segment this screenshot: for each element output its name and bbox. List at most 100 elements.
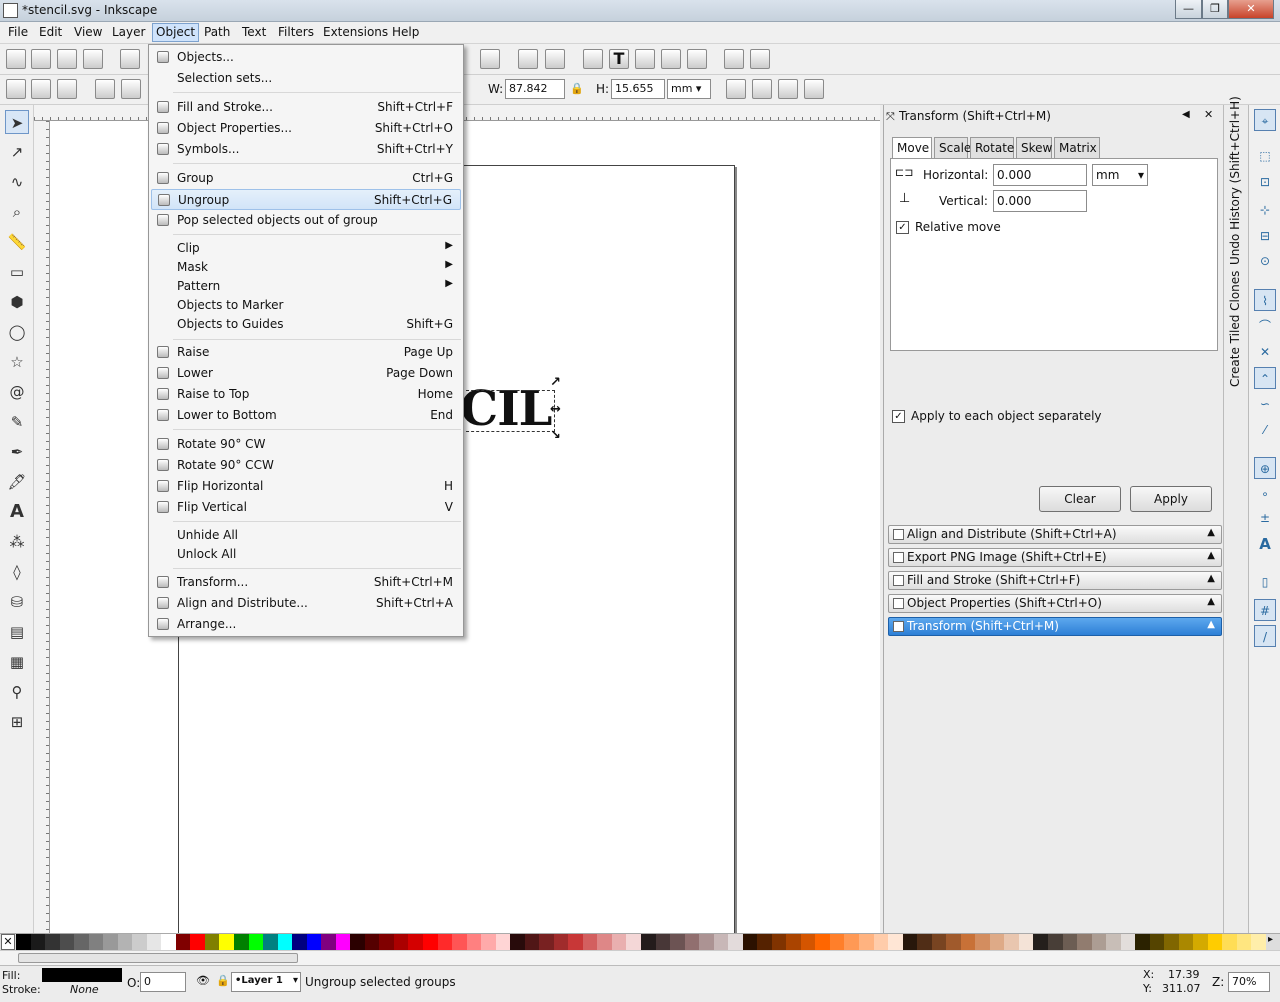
dock-iconify-icon[interactable]: ◀ <box>1182 109 1190 120</box>
palette-menu-icon[interactable]: ▸ <box>1268 934 1273 945</box>
tab-move[interactable]: Move <box>892 137 932 159</box>
document-properties-icon[interactable] <box>750 49 770 69</box>
menu-item-symbols[interactable]: Symbols... Shift+Ctrl+Y <box>151 139 461 160</box>
color-swatch[interactable] <box>364 934 380 950</box>
color-swatch[interactable] <box>786 934 801 950</box>
color-swatch[interactable] <box>1207 934 1223 950</box>
dock-transform[interactable]: Transform (Shift+Ctrl+M) ▲ <box>888 617 1222 636</box>
stroke-value[interactable]: None <box>70 983 99 996</box>
vertical-ruler[interactable] <box>34 121 50 933</box>
menu-item-objects-to-marker[interactable]: Objects to Marker <box>151 295 461 316</box>
color-swatch[interactable] <box>1178 934 1194 950</box>
color-swatch[interactable] <box>190 934 205 950</box>
layer-select[interactable]: •Layer 1 ▾ <box>231 972 301 992</box>
zoom-drawing-icon[interactable] <box>545 49 565 69</box>
color-swatch[interactable] <box>597 934 612 950</box>
snap-midpoint-icon[interactable]: ⁄ <box>1254 419 1276 441</box>
color-swatch[interactable] <box>1047 934 1063 950</box>
menu-object[interactable]: Object <box>152 23 200 42</box>
color-swatch[interactable] <box>219 934 235 950</box>
dock-export-png[interactable]: Export PNG Image (Shift+Ctrl+E) ▲ <box>888 548 1222 567</box>
apply-button[interactable]: Apply <box>1130 486 1212 512</box>
horizontal-scrollbar[interactable] <box>0 950 1280 965</box>
menu-item-clip[interactable]: Clip ▶ <box>151 238 461 259</box>
dock-object-properties[interactable]: Object Properties (Shift+Ctrl+O) ▲ <box>888 594 1222 613</box>
menu-extensions[interactable]: Extensions <box>323 25 388 39</box>
color-swatch[interactable] <box>59 934 75 950</box>
snap-bbox-icon[interactable]: ⬚ <box>1254 145 1276 167</box>
menu-text[interactable]: Text <box>242 25 266 39</box>
fill-indicator[interactable] <box>42 968 122 982</box>
color-swatch[interactable] <box>292 934 307 950</box>
menu-item-object-properties[interactable]: Object Properties... Shift+Ctrl+O <box>151 118 461 139</box>
import-icon[interactable] <box>120 49 140 69</box>
menu-item-selection-sets[interactable]: Selection sets... <box>151 68 461 89</box>
clear-button[interactable]: Clear <box>1039 486 1121 512</box>
spiral-tool-icon[interactable]: @ <box>5 380 29 404</box>
menu-view[interactable]: View <box>74 25 102 39</box>
connector-tool-icon[interactable]: ⊞ <box>5 710 29 734</box>
tab-skew[interactable]: Skew <box>1016 137 1052 159</box>
color-swatch[interactable] <box>655 934 671 950</box>
color-swatch[interactable] <box>321 934 336 950</box>
snap-bbox-midpoint-icon[interactable]: ⊟ <box>1254 225 1276 247</box>
3d-box-tool-icon[interactable]: ⬢ <box>5 290 29 314</box>
star-tool-icon[interactable]: ☆ <box>5 350 29 374</box>
preferences-icon[interactable] <box>724 49 744 69</box>
zoom-input[interactable]: 70% <box>1228 972 1270 992</box>
menu-file[interactable]: File <box>8 25 28 39</box>
menu-item-flip-vertical[interactable]: Flip Vertical V <box>151 497 461 518</box>
node-tool-icon[interactable]: ↗ <box>5 140 29 164</box>
snap-nodes-icon[interactable]: ⌇ <box>1254 289 1276 311</box>
gradient-tool-icon[interactable]: ▤ <box>5 620 29 644</box>
menu-item-unlock-all[interactable]: Unlock All <box>151 544 461 565</box>
deselect-icon[interactable] <box>57 79 77 99</box>
color-swatch[interactable] <box>859 934 874 950</box>
menu-edit[interactable]: Edit <box>39 25 62 39</box>
menu-item-fill-stroke[interactable]: Fill and Stroke... Shift+Ctrl+F <box>151 97 461 118</box>
snap-text-baseline-icon[interactable]: A <box>1254 533 1276 555</box>
color-swatch[interactable] <box>568 934 583 950</box>
menu-item-unhide-all[interactable]: Unhide All <box>151 525 461 546</box>
menu-item-pattern[interactable]: Pattern ▶ <box>151 276 461 297</box>
calligraphy-tool-icon[interactable]: 🖋 <box>5 470 29 494</box>
fill-stroke-icon[interactable] <box>583 49 603 69</box>
tab-scale[interactable]: Scale <box>934 137 971 159</box>
snap-bbox-edge-icon[interactable]: ⊡ <box>1254 171 1276 193</box>
menu-item-arrange[interactable]: Arrange... <box>151 614 461 635</box>
relative-move-checkbox[interactable]: ✓ <box>896 221 909 234</box>
snap-bbox-corner-icon[interactable]: ⊹ <box>1254 199 1276 221</box>
scale-handle-bottom-right[interactable]: ↘ <box>550 428 561 443</box>
color-swatch[interactable] <box>306 934 322 950</box>
color-swatch[interactable] <box>175 934 191 950</box>
snap-grid-icon[interactable]: # <box>1254 599 1276 621</box>
color-swatch[interactable] <box>495 934 511 950</box>
color-swatch[interactable] <box>1004 934 1019 950</box>
color-swatch[interactable] <box>728 934 743 950</box>
menu-filters[interactable]: Filters <box>278 25 314 39</box>
color-swatch[interactable] <box>989 934 1005 950</box>
color-swatch[interactable] <box>713 934 729 950</box>
color-swatch[interactable] <box>88 934 104 950</box>
snap-enable-icon[interactable]: ⌖ <box>1254 109 1276 131</box>
select-all-layers-icon[interactable] <box>31 79 51 99</box>
scale-stroke-icon[interactable] <box>726 79 746 99</box>
color-swatch[interactable] <box>335 934 351 950</box>
menu-item-rotate-cw[interactable]: Rotate 90° CW <box>151 434 461 455</box>
dock-fill-stroke[interactable]: Fill and Stroke (Shift+Ctrl+F) ▲ <box>888 571 1222 590</box>
color-swatch[interactable] <box>452 934 467 950</box>
menu-item-objects-to-guides[interactable]: Objects to Guides Shift+G <box>151 314 461 335</box>
color-swatch[interactable] <box>466 934 482 950</box>
color-swatch[interactable] <box>161 934 176 950</box>
rectangle-tool-icon[interactable]: ▭ <box>5 260 29 284</box>
mesh-tool-icon[interactable]: ▦ <box>5 650 29 674</box>
print-icon[interactable] <box>83 49 103 69</box>
color-swatch[interactable] <box>553 934 569 950</box>
color-swatch[interactable] <box>888 934 903 950</box>
color-swatch[interactable] <box>946 934 961 950</box>
color-swatch[interactable] <box>800 934 816 950</box>
dock-align-distribute[interactable]: Align and Distribute (Shift+Ctrl+A) ▲ <box>888 525 1222 544</box>
snap-intersection-icon[interactable]: ✕ <box>1254 341 1276 363</box>
apply-each-checkbox[interactable]: ✓ <box>892 410 905 423</box>
color-swatch[interactable] <box>74 934 89 950</box>
